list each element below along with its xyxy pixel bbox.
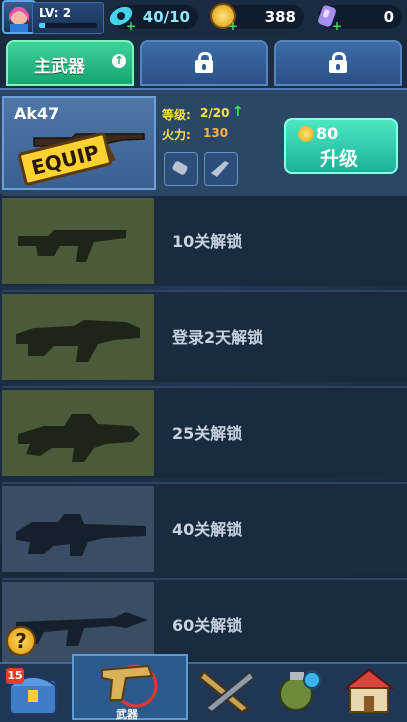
coin-plus-icon[interactable]: + (228, 19, 238, 33)
unlock-condition: 登录2天解锁 (172, 328, 264, 347)
help-button[interactable]: ? (6, 626, 36, 656)
upgrade-cost: 80 (316, 124, 339, 143)
equipped-weapon-card[interactable]: Ak47 EQUIP (2, 96, 156, 190)
locked-weapon-row[interactable]: 登录2天解锁 (2, 290, 407, 382)
level-panel: LV: 2 (32, 2, 104, 34)
level-stat-label: 等级: (162, 108, 191, 122)
level-up-arrow-icon: ↑ (232, 104, 244, 120)
chest-count-badge: 15 (6, 668, 24, 684)
tab-locked-2[interactable] (140, 40, 268, 86)
shop-house-icon (343, 668, 395, 713)
nav-weapons[interactable] (96, 656, 166, 712)
locked-weapon-row[interactable]: 25关解锁 (2, 386, 407, 478)
upgrade-label: 升级 (320, 148, 359, 170)
tab-main-weapon[interactable]: 主武器 ↑ (6, 40, 134, 86)
equipped-weapon-panel: Ak47 EQUIP 等级: 2/20 ↑ 火力: 130 80 升级 (0, 88, 407, 194)
avatar-portrait-icon (9, 7, 29, 32)
grenade-icon (279, 671, 321, 711)
assault-rifle-silhouette-icon (18, 230, 126, 262)
coin-value: 388 (264, 8, 296, 26)
level-progress-bar (39, 23, 97, 28)
gem-value: 0 (383, 8, 394, 26)
lock-icon (195, 52, 213, 74)
weapon-silhouette (2, 486, 154, 572)
upgrade-button[interactable]: 80 升级 (284, 118, 398, 174)
locked-weapon-row[interactable]: 10关解锁 (2, 194, 407, 286)
power-stat-value: 130 (203, 126, 229, 140)
unlock-condition: 25关解锁 (172, 424, 243, 443)
nav-armory[interactable] (198, 664, 258, 720)
weapon-silhouette (2, 294, 154, 380)
minigun-silhouette-icon (16, 514, 146, 556)
unlock-condition: 10关解锁 (172, 232, 243, 251)
weapon-silhouette (2, 198, 154, 284)
tab-locked-3[interactable] (274, 40, 402, 86)
launcher-silhouette-icon (18, 414, 140, 462)
bullet-icon (172, 161, 188, 175)
coin-icon (298, 126, 314, 142)
lock-icon (329, 52, 347, 74)
crossed-guns-icon (198, 670, 256, 714)
unlock-condition: 60关解锁 (172, 616, 243, 635)
tab-main-weapon-label: 主武器 (34, 57, 85, 77)
upgrade-arrow-icon: ↑ (112, 54, 126, 68)
nav-shop[interactable] (340, 664, 400, 720)
gem-counter[interactable]: + 0 (318, 5, 402, 33)
level-label: LV: 2 (39, 6, 72, 20)
energy-counter[interactable]: + 40/10 (109, 5, 198, 33)
top-bar: LV: 2 + 40/10 + 388 + 0 (0, 0, 407, 36)
player-avatar[interactable] (2, 0, 36, 34)
pistol-icon (101, 664, 158, 708)
energy-value: 40/10 (142, 8, 190, 26)
level-progress-fill (39, 23, 45, 28)
heavy-rifle-silhouette-icon (16, 320, 140, 362)
energy-plus-icon[interactable]: + (126, 19, 136, 33)
skill-slot-2[interactable] (204, 152, 238, 186)
locked-weapon-row[interactable]: 40关解锁 (2, 482, 407, 574)
level-stat-value: 2/20 (200, 106, 230, 120)
nav-skills[interactable] (268, 664, 328, 720)
unlock-condition: 40关解锁 (172, 520, 243, 539)
power-stat-label: 火力: (162, 128, 191, 142)
coin-counter[interactable]: + 388 (210, 3, 304, 33)
rocket-icon (211, 161, 229, 177)
weapon-silhouette (2, 390, 154, 476)
gem-plus-icon[interactable]: + (332, 19, 342, 33)
skill-slot-1[interactable] (164, 152, 198, 186)
locked-weapon-row[interactable]: 60关解锁 (2, 578, 407, 664)
